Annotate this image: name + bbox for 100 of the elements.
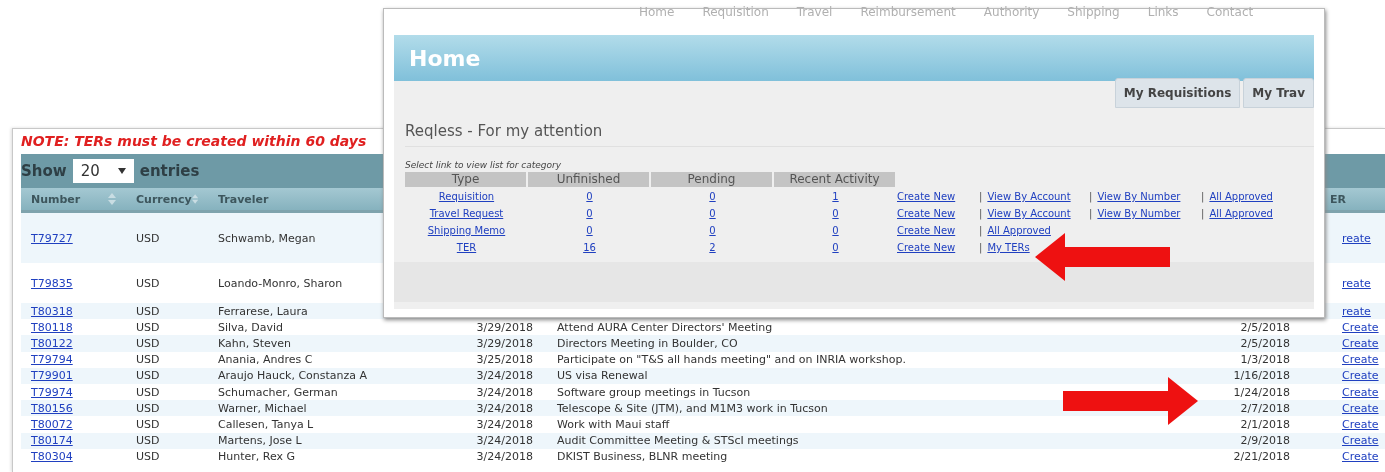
ter-number-link[interactable]: T80156	[31, 401, 73, 415]
table-cell: Software group meetings in Tucson	[557, 385, 751, 399]
sort-icon	[191, 193, 198, 205]
table-link[interactable]: 1	[832, 191, 839, 202]
table-cell: 2/7/2018	[1240, 401, 1290, 415]
action-link[interactable]: Create New	[897, 225, 956, 236]
note-text: NOTE: TERs must be created within 60 days	[21, 134, 368, 151]
table-link[interactable]: Travel Request	[429, 208, 504, 219]
tab[interactable]: My Requisitions	[1114, 78, 1241, 108]
column-header: Recent Activity	[774, 172, 895, 187]
ter-number-link[interactable]: T80072	[31, 417, 73, 431]
separator-text: |	[979, 208, 983, 219]
ter-number-link[interactable]: T80118	[31, 320, 73, 334]
table-cell: Loando-Monro, Sharon	[218, 276, 343, 290]
column-header: Traveler	[218, 192, 269, 206]
create-link[interactable]: Create	[1342, 353, 1379, 367]
table-cell: USD	[136, 434, 160, 448]
table-cell: Work with Maui staff	[557, 417, 670, 431]
action-link[interactable]: My TERs	[987, 242, 1030, 253]
table-link[interactable]: 0	[832, 208, 839, 219]
ter-number-link[interactable]: T80122	[31, 336, 73, 350]
table-cell: Warner, Michael	[218, 401, 307, 415]
action-link[interactable]: View By Number	[1097, 191, 1181, 202]
separator-text: |	[979, 242, 983, 253]
create-link[interactable]: Create	[1342, 450, 1379, 464]
create-link[interactable]: Create	[1342, 401, 1379, 415]
ter-number-link[interactable]: T80304	[31, 450, 73, 464]
table-link[interactable]: 0	[586, 208, 593, 219]
table-cell: 3/24/2018	[476, 401, 533, 415]
create-link[interactable]: Create	[1342, 385, 1379, 399]
table-link[interactable]: 0	[709, 225, 716, 236]
table-link[interactable]: 0	[832, 225, 839, 236]
separator-text: |	[979, 191, 983, 202]
action-link[interactable]: All Approved	[1209, 208, 1273, 219]
table-cell: Silva, David	[218, 320, 284, 334]
table-cell: 2/1/2018	[1240, 417, 1290, 431]
table-cell: 3/29/2018	[476, 336, 533, 350]
table-cell: USD	[136, 231, 160, 245]
action-link[interactable]: View By Account	[987, 208, 1071, 219]
ter-number-link[interactable]: T80174	[31, 434, 73, 448]
table-cell: 3/24/2018	[476, 450, 533, 464]
ter-number-link[interactable]: T79835	[31, 276, 73, 290]
table-cell: DKIST Business, BLNR meeting	[557, 450, 728, 464]
action-link[interactable]: Create New	[897, 208, 956, 219]
ter-number-link[interactable]: T79974	[31, 385, 73, 399]
action-link[interactable]: Create New	[897, 242, 956, 253]
entries-select[interactable]: 20	[72, 159, 134, 183]
entries-label: entries	[139, 162, 200, 180]
table-link[interactable]: 0	[709, 191, 716, 202]
table-link[interactable]: 2	[709, 242, 716, 253]
ter-number-link[interactable]: T80318	[31, 304, 73, 318]
table-cell: Participate on "T&S all hands meeting" and on INRIA workshop.	[557, 353, 906, 367]
table-cell: 3/24/2018	[476, 369, 533, 383]
table-cell: 3/25/2018	[476, 353, 533, 367]
tab[interactable]: My Trav	[1243, 78, 1314, 108]
table-cell: USD	[136, 304, 160, 318]
table-cell: Anania, Andres C	[218, 353, 313, 367]
table-link[interactable]: 0	[586, 191, 593, 202]
separator-text: |	[979, 225, 983, 236]
separator-text: |	[1201, 208, 1205, 219]
table-cell: USD	[136, 336, 160, 350]
ter-number-link[interactable]: T79794	[31, 353, 73, 367]
create-link[interactable]: reate	[1342, 304, 1371, 318]
column-header: Unfinished	[528, 172, 649, 187]
create-link[interactable]: Create	[1342, 417, 1379, 431]
column-header: ER	[1330, 192, 1346, 206]
table-link[interactable]: 0	[709, 208, 716, 219]
table-link[interactable]: Requisition	[438, 191, 495, 202]
action-link[interactable]: All Approved	[1209, 191, 1273, 202]
table-cell: Hunter, Rex G	[218, 450, 296, 464]
table-link[interactable]: 0	[586, 225, 593, 236]
action-link[interactable]: View By Account	[987, 191, 1071, 202]
action-link[interactable]: All Approved	[987, 225, 1051, 236]
ter-number-link[interactable]: T79727	[31, 231, 73, 245]
table-cell: 2/5/2018	[1240, 336, 1290, 350]
action-link[interactable]: Create New	[897, 191, 956, 202]
table-link[interactable]: Shipping Memo	[427, 225, 506, 236]
table-link[interactable]: 16	[583, 242, 596, 253]
table-link[interactable]: TER	[456, 242, 477, 253]
table-cell: Callesen, Tanya L	[218, 417, 314, 431]
create-link[interactable]: Create	[1342, 320, 1379, 334]
table-cell: USD	[136, 401, 160, 415]
create-link[interactable]: Create	[1342, 434, 1379, 448]
create-link[interactable]: Create	[1342, 369, 1379, 383]
sort-icon	[108, 193, 116, 205]
table-link[interactable]: 0	[832, 242, 839, 253]
table-cell: USD	[136, 417, 160, 431]
show-label: Show	[21, 162, 67, 180]
action-link[interactable]: View By Number	[1097, 208, 1181, 219]
table-cell: USD	[136, 385, 160, 399]
create-link[interactable]: Create	[1342, 336, 1379, 350]
ter-number-link[interactable]: T79901	[31, 369, 73, 383]
create-link[interactable]: reate	[1342, 276, 1371, 290]
table-cell: USD	[136, 369, 160, 383]
column-header: Pending	[651, 172, 772, 187]
table-cell: 1/24/2018	[1233, 385, 1290, 399]
table-cell: Telescope & Site (JTM), and M1M3 work in Tucson	[557, 401, 828, 415]
table-cell: 2/21/2018	[1233, 450, 1290, 464]
create-link[interactable]: reate	[1342, 231, 1371, 245]
table-cell: 2/5/2018	[1240, 320, 1290, 334]
